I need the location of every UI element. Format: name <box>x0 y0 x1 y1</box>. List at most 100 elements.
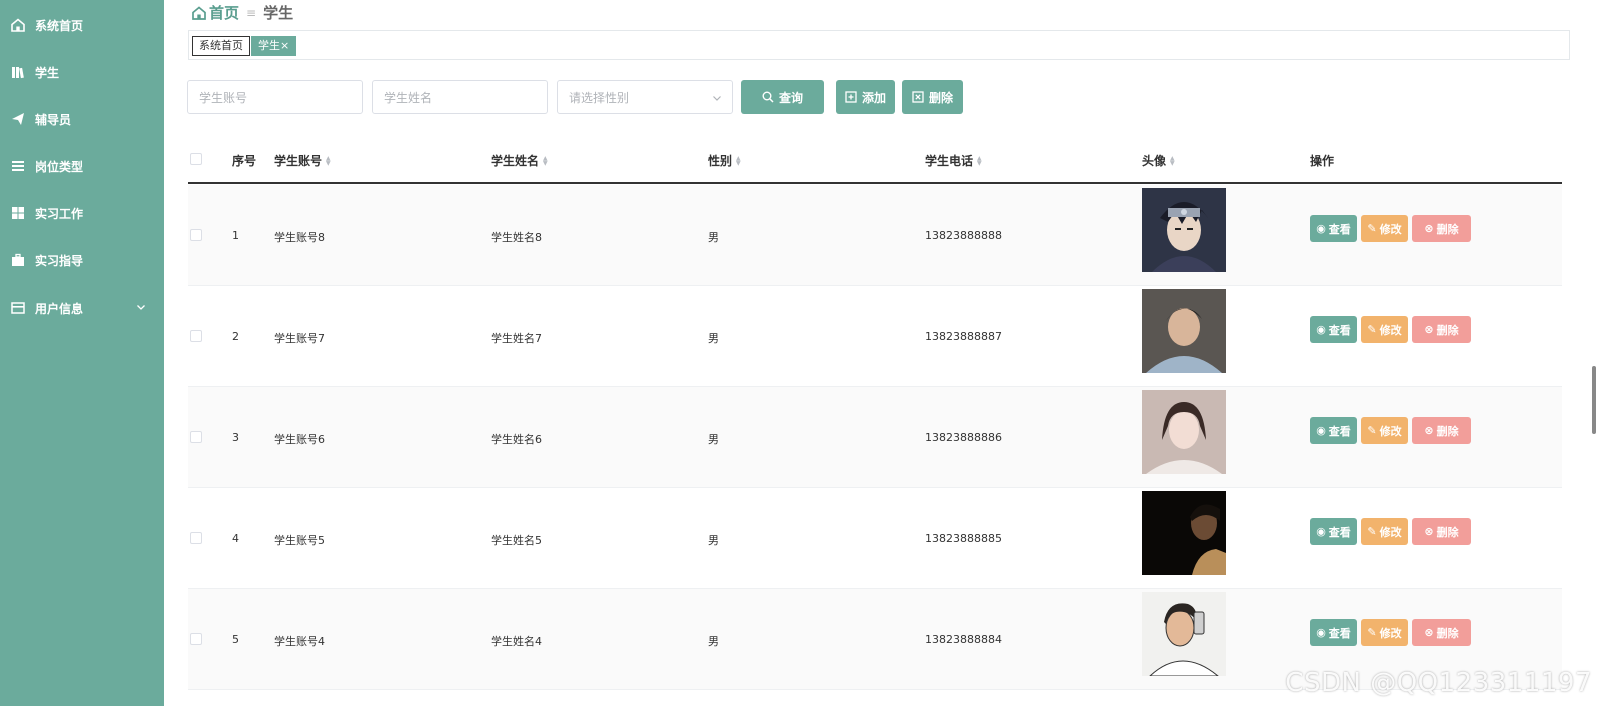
edit-button[interactable]: ✎ 修改 <box>1361 518 1408 545</box>
chevron-down-icon <box>712 93 722 103</box>
view-button[interactable]: ◉ 查看 <box>1310 619 1357 646</box>
cell-gender: 男 <box>708 332 719 345</box>
add-button-label: 添加 <box>861 90 886 105</box>
table-row: 1 学生账号8 学生姓名8 男 13823888888 ◉ 查看 ✎ 修改 ⊗ 删除 <box>188 185 1562 286</box>
edit-icon: ✎ <box>1367 525 1377 538</box>
sort-icon[interactable]: ▲ ▼ <box>326 155 331 166</box>
row-checkbox[interactable] <box>190 633 202 645</box>
sidebar-item-internship-work[interactable]: 实习工作 <box>0 191 164 235</box>
delete-button[interactable]: ⊗ 删除 <box>1412 316 1471 343</box>
row-checkbox[interactable] <box>190 431 202 443</box>
row-checkbox[interactable] <box>190 229 202 241</box>
view-button[interactable]: ◉ 查看 <box>1310 518 1357 545</box>
cell-phone: 13823888885 <box>925 532 1002 545</box>
column-header-phone[interactable]: 学生电话 ▲ ▼ <box>925 152 982 169</box>
cell-account: 学生账号4 <box>274 635 325 648</box>
student-table: 序号 学生账号 ▲ ▼ 学生姓名 ▲ ▼ 性别 ▲ ▼ 学生电话 ▲ ▼ 头像 ▲ ▼ 操作 1 学… <box>188 134 1562 694</box>
column-header-avatar[interactable]: 头像 ▲ ▼ <box>1142 152 1175 169</box>
cell-index: 4 <box>232 532 239 545</box>
cell-account: 学生账号8 <box>274 231 325 244</box>
breadcrumb: 首页 ≡ 学生 <box>192 2 293 23</box>
delete-button[interactable]: ⊗ 删除 <box>1412 417 1471 444</box>
cell-account: 学生账号6 <box>274 433 325 446</box>
cell-name: 学生姓名5 <box>491 534 542 547</box>
chevron-down-icon <box>136 301 146 315</box>
table-row: 3 学生账号6 学生姓名6 男 13823888886 ◉ 查看 ✎ 修改 ⊗ 删除 <box>188 387 1562 488</box>
batch-delete-button[interactable]: 删除 <box>902 80 963 114</box>
avatar <box>1142 289 1226 373</box>
cell-phone: 13823888886 <box>925 431 1002 444</box>
card-icon <box>11 301 25 315</box>
edit-button[interactable]: ✎ 修改 <box>1361 417 1408 444</box>
sort-icon[interactable]: ▲ ▼ <box>543 155 548 166</box>
close-circle-icon: ⊗ <box>1424 525 1434 538</box>
sidebar-item-label: 系统首页 <box>35 18 84 33</box>
edit-icon: ✎ <box>1367 626 1377 639</box>
sidebar-item-position-type[interactable]: 岗位类型 <box>0 144 164 188</box>
briefcase-icon <box>11 253 25 267</box>
paper-plane-icon <box>11 112 25 126</box>
table-header: 序号 学生账号 ▲ ▼ 学生姓名 ▲ ▼ 性别 ▲ ▼ 学生电话 ▲ ▼ 头像 ▲ ▼ 操作 <box>188 134 1562 184</box>
tab-home[interactable]: 系统首页 <box>192 36 250 56</box>
sidebar-item-home[interactable]: 系统首页 <box>0 3 164 47</box>
close-circle-icon: ⊗ <box>1424 626 1434 639</box>
view-button[interactable]: ◉ 查看 <box>1310 316 1357 343</box>
sidebar-item-counselor[interactable]: 辅导员 <box>0 97 164 141</box>
edit-icon: ✎ <box>1367 424 1377 437</box>
sidebar-item-user-info[interactable]: 用户信息 <box>0 286 164 330</box>
row-checkbox[interactable] <box>190 532 202 544</box>
edit-button[interactable]: ✎ 修改 <box>1361 619 1408 646</box>
cell-name: 学生姓名6 <box>491 433 542 446</box>
select-all-checkbox[interactable] <box>190 153 202 165</box>
student-name-input[interactable]: 学生姓名 <box>372 80 548 114</box>
avatar <box>1142 390 1226 474</box>
avatar <box>1142 592 1226 676</box>
tab-students[interactable]: 学生× <box>251 36 297 56</box>
table-row: 4 学生账号5 学生姓名5 男 13823888885 ◉ 查看 ✎ 修改 ⊗ 删除 <box>188 488 1562 589</box>
batch-delete-button-label: 删除 <box>928 90 953 105</box>
student-account-input[interactable]: 学生账号 <box>187 80 363 114</box>
column-header-actions: 操作 <box>1310 154 1335 168</box>
sidebar-item-internship-guide[interactable]: 实习指导 <box>0 238 164 282</box>
breadcrumb-home[interactable]: 首页 <box>209 2 239 23</box>
home-icon <box>192 5 206 20</box>
sort-icon[interactable]: ▲ ▼ <box>1170 155 1175 166</box>
column-header-name[interactable]: 学生姓名 ▲ ▼ <box>491 152 548 169</box>
sort-icon[interactable]: ▲ ▼ <box>736 155 741 166</box>
sidebar-item-students[interactable]: 学生 <box>0 50 164 94</box>
watermark-text: CSDN @QQ123311197 <box>1285 668 1592 698</box>
sidebar-item-label: 实习工作 <box>35 206 84 221</box>
search-button[interactable]: 查询 <box>741 80 824 114</box>
list-icon <box>11 159 25 173</box>
breadcrumb-separator: ≡ <box>246 5 257 20</box>
home-icon <box>11 18 25 32</box>
add-button[interactable]: 添加 <box>836 80 895 114</box>
column-header-gender[interactable]: 性别 ▲ ▼ <box>708 152 741 169</box>
sidebar-item-label: 学生 <box>35 65 60 80</box>
eye-icon: ◉ <box>1316 525 1326 538</box>
eye-icon: ◉ <box>1316 626 1326 639</box>
delete-button[interactable]: ⊗ 删除 <box>1412 215 1471 242</box>
cell-name: 学生姓名8 <box>491 231 542 244</box>
cell-phone: 13823888884 <box>925 633 1002 646</box>
scrollbar[interactable] <box>1592 366 1596 434</box>
books-icon <box>11 65 25 79</box>
row-checkbox[interactable] <box>190 330 202 342</box>
cell-gender: 男 <box>708 231 719 244</box>
edit-icon: ✎ <box>1367 222 1377 235</box>
close-circle-icon: ⊗ <box>1424 323 1434 336</box>
column-header-account[interactable]: 学生账号 ▲ ▼ <box>274 152 331 169</box>
view-button[interactable]: ◉ 查看 <box>1310 215 1357 242</box>
gender-select[interactable]: 请选择性别 <box>557 80 733 114</box>
search-icon <box>762 91 774 103</box>
sort-icon[interactable]: ▲ ▼ <box>977 155 982 166</box>
edit-button[interactable]: ✎ 修改 <box>1361 316 1408 343</box>
cell-gender: 男 <box>708 635 719 648</box>
edit-button[interactable]: ✎ 修改 <box>1361 215 1408 242</box>
search-button-label: 查询 <box>778 90 803 105</box>
delete-button[interactable]: ⊗ 删除 <box>1412 619 1471 646</box>
delete-button[interactable]: ⊗ 删除 <box>1412 518 1471 545</box>
avatar <box>1142 188 1226 272</box>
grid-icon <box>11 206 25 220</box>
view-button[interactable]: ◉ 查看 <box>1310 417 1357 444</box>
